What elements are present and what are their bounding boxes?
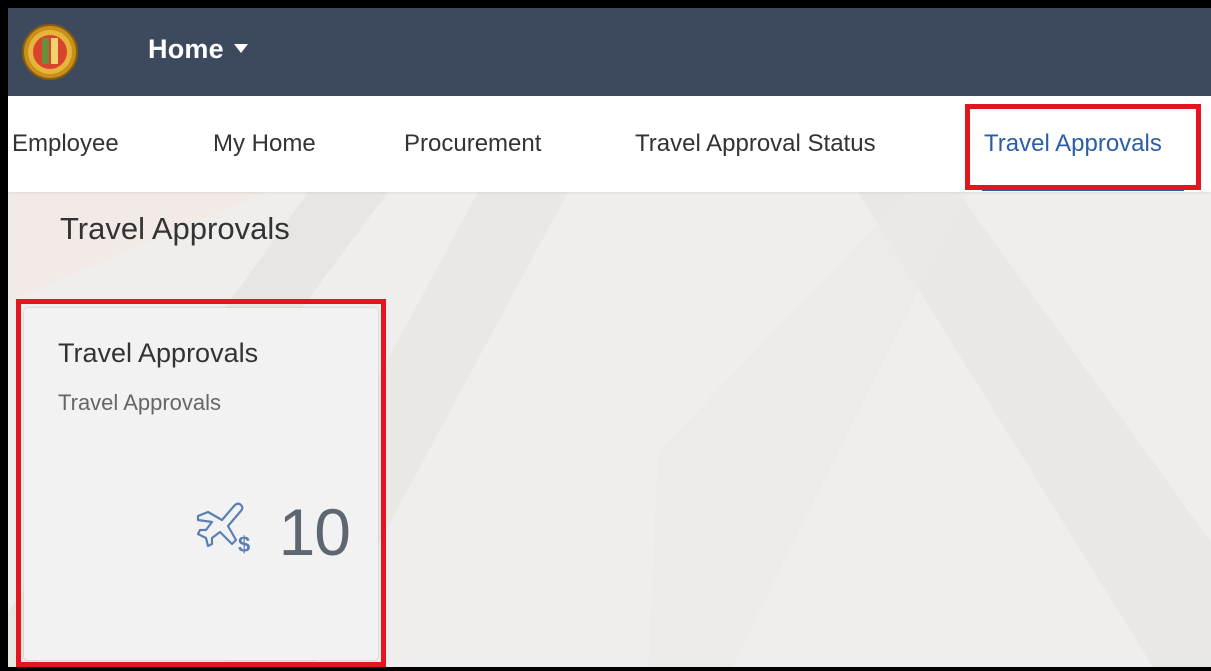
tab-bar: Employee My Home Procurement Travel Appr… <box>8 96 1211 192</box>
airplane-dollar-icon: $ <box>196 502 250 556</box>
tab-travel-approvals[interactable]: Travel Approvals <box>984 130 1162 158</box>
home-menu-button[interactable]: Home <box>148 34 248 65</box>
tile-title: Travel Approvals <box>58 338 259 368</box>
tab-travel-approval-status[interactable]: Travel Approval Status <box>635 130 876 158</box>
tab-procurement[interactable]: Procurement <box>404 130 541 158</box>
section-title: Travel Approvals <box>60 211 290 246</box>
tile-subtitle: Travel Approvals <box>58 390 222 415</box>
city-seal-icon[interactable] <box>22 24 78 80</box>
app-frame: Home Employee My Home Procurement Travel… <box>0 0 1211 671</box>
tab-my-home[interactable]: My Home <box>213 130 316 158</box>
svg-text:$: $ <box>238 532 250 556</box>
active-tab-indicator <box>982 188 1184 191</box>
tile-count: 10 <box>278 495 351 569</box>
travel-approvals-tile[interactable]: Travel Approvals Travel Approvals $ 10 <box>24 308 378 660</box>
home-title: Home <box>148 34 224 64</box>
shell-header: Home <box>8 8 1211 96</box>
tab-employee[interactable]: Employee <box>12 130 119 158</box>
caret-down-icon <box>233 44 248 54</box>
